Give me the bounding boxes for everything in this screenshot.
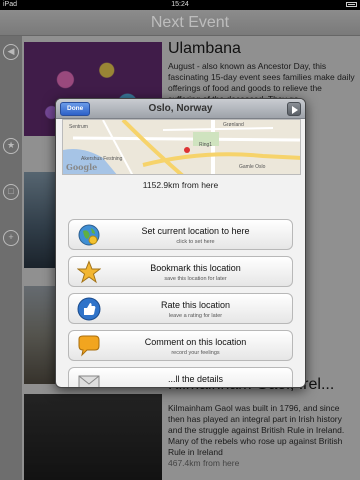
- location-map[interactable]: Sentrum Akershus Festning Grønland Ring1…: [62, 119, 301, 175]
- button-sublabel: record your feelings: [171, 350, 220, 356]
- bookmark-button[interactable]: Bookmark this location save this locatio…: [68, 256, 293, 287]
- map-label: Grønland: [223, 122, 244, 128]
- trash-icon[interactable]: □: [3, 184, 19, 200]
- button-label: Set current location to here: [141, 226, 250, 236]
- page-title: Next Event: [150, 14, 230, 31]
- comment-button[interactable]: Comment on this location record your fee…: [68, 330, 293, 361]
- popover-header: Done Oslo, Norway: [56, 99, 305, 119]
- event-description: Kilmainham Gaol was built in 1796, and s…: [168, 403, 345, 468]
- star-icon[interactable]: ★: [3, 138, 19, 154]
- globe-icon: [78, 224, 100, 246]
- event-distance: 467.4km from here: [168, 458, 240, 468]
- clock: 15:24: [171, 1, 189, 8]
- play-icon[interactable]: [287, 102, 301, 116]
- google-logo: Google: [66, 162, 98, 172]
- speech-bubble-icon: [78, 335, 100, 357]
- button-label: Rate this location: [160, 300, 231, 310]
- distance-label: 1152.9km from here: [142, 180, 219, 190]
- button-sublabel: click to set here: [176, 239, 215, 245]
- event-title: Ulambana: [168, 40, 241, 57]
- button-sublabel: leave a rating for later: [168, 313, 223, 319]
- button-sublabel: save this location for later: [164, 276, 227, 282]
- email-details-button[interactable]: ...ll the details: [68, 367, 293, 387]
- location-popover: Done Oslo, Norway Sentrum Akershus Festn…: [55, 98, 306, 388]
- map-label: Ring1: [199, 142, 213, 148]
- nav-bar: Next Event: [0, 10, 360, 36]
- battery-icon: [344, 0, 357, 10]
- button-label: ...ll the details: [167, 374, 224, 384]
- thumbs-up-icon: [77, 297, 101, 321]
- set-location-button[interactable]: Set current location to here click to se…: [68, 219, 293, 250]
- mail-icon: [78, 375, 100, 387]
- sidebar: ◀ ★ □ +: [0, 36, 22, 480]
- map-label: Sentrum: [69, 124, 88, 130]
- rate-button[interactable]: Rate this location leave a rating for la…: [68, 293, 293, 324]
- popover-title: Oslo, Norway: [148, 103, 213, 114]
- status-bar: iPad 15:24: [0, 0, 360, 10]
- button-label: Comment on this location: [144, 337, 247, 347]
- map-label: Gamle Oslo: [239, 164, 266, 170]
- star-icon: [77, 260, 101, 284]
- event-thumbnail: [24, 394, 162, 480]
- button-label: Bookmark this location: [150, 263, 241, 273]
- back-icon[interactable]: ◀: [3, 44, 19, 60]
- add-icon[interactable]: +: [3, 230, 19, 246]
